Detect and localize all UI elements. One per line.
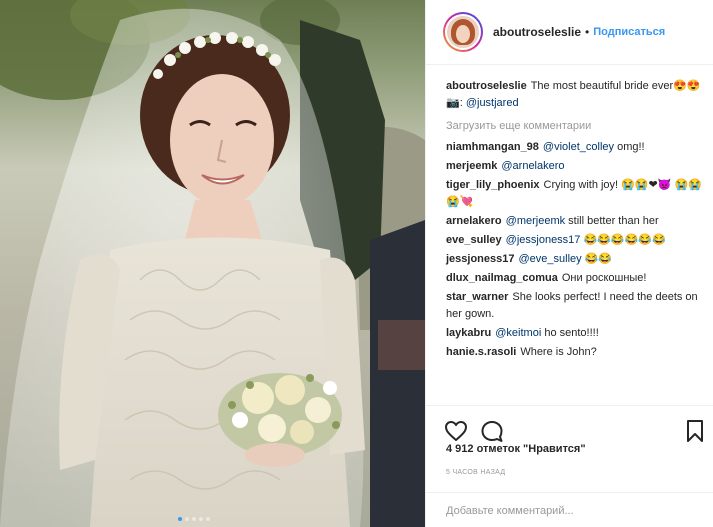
camera-icon: 📷 xyxy=(446,97,460,109)
comment-text: 😂😂 xyxy=(581,253,613,265)
comment-username[interactable]: arnelakero xyxy=(446,215,502,227)
post-header: aboutroseleslie • Подписаться xyxy=(426,0,713,65)
comment-username[interactable]: niamhmangan_98 xyxy=(446,141,539,153)
comment-row: hanie.s.rasoli Where is John? xyxy=(446,344,706,361)
bride-photo xyxy=(0,0,425,527)
speech-bubble-icon xyxy=(481,421,503,442)
comment-row: laykabru @keitmoi ho sento!!!! xyxy=(446,325,706,342)
load-more-comments-button[interactable]: Загрузить еще комментарии xyxy=(446,118,706,135)
follow-button[interactable]: Подписаться xyxy=(593,26,665,38)
caption-username[interactable]: aboutroseleslie xyxy=(446,80,527,92)
comment-text: ho sento!!!! xyxy=(541,327,599,339)
comment-row: arnelakero @merjeemk still better than he… xyxy=(446,213,706,230)
carousel-dot[interactable] xyxy=(206,517,210,521)
comment-mention[interactable]: @keitmoi xyxy=(495,327,541,339)
comment-row: jessjoness17 @eve_sulley 😂😂 xyxy=(446,251,706,268)
carousel-dot[interactable] xyxy=(178,517,182,521)
comment-list: niamhmangan_98 @violet_colley omg!! merjee… xyxy=(446,139,706,361)
comment-mention[interactable]: @arnelakero xyxy=(501,160,564,172)
comment-row: eve_sulley @jessjoness17 😂😂😂😂😂😂 xyxy=(446,232,706,249)
comment-username[interactable]: hanie.s.rasoli xyxy=(446,346,516,358)
comment-input[interactable] xyxy=(446,502,696,520)
comment-mention[interactable]: @violet_colley xyxy=(543,141,614,153)
header-username[interactable]: aboutroseleslie xyxy=(493,25,581,39)
comment-username[interactable]: star_warner xyxy=(446,291,508,303)
comment-text: omg!! xyxy=(614,141,645,153)
carousel-dot[interactable] xyxy=(199,517,203,521)
comment-username[interactable]: laykabru xyxy=(446,327,491,339)
add-comment-bar xyxy=(426,492,713,527)
header-separator: • xyxy=(585,25,590,39)
caption: aboutroseleslie The most beautiful bride … xyxy=(446,78,706,112)
comment-username[interactable]: tiger_lily_phoenix xyxy=(446,179,540,191)
carousel-dot[interactable] xyxy=(185,517,189,521)
comment-text: still better than her xyxy=(565,215,659,227)
caption-credit: 📷: @justjared xyxy=(446,97,519,109)
post-sidebar: aboutroseleslie • Подписаться aboutrosel… xyxy=(425,0,713,527)
likes-count[interactable]: 4 912 отметок "Нравится" xyxy=(446,443,586,455)
like-button[interactable] xyxy=(444,419,468,443)
carousel-dot[interactable] xyxy=(192,517,196,521)
comment-text: Они роскошные! xyxy=(561,272,647,284)
comment-username[interactable]: jessjoness17 xyxy=(446,253,515,265)
instagram-post: aboutroseleslie • Подписаться aboutrosel… xyxy=(0,0,713,527)
comment-row: tiger_lily_phoenix Crying with joy! 😭😭❤👿 … xyxy=(446,177,706,211)
bookmark-icon xyxy=(687,420,703,442)
comment-row: star_warner She looks perfect! I need the… xyxy=(446,289,706,323)
comments-section: aboutroseleslie The most beautiful bride … xyxy=(446,78,706,363)
comment-text: 😂😂😂😂😂😂 xyxy=(580,234,666,246)
save-button[interactable] xyxy=(684,419,706,443)
avatar-image xyxy=(445,14,481,50)
heart-icon xyxy=(445,421,467,441)
comment-username[interactable]: dlux_nailmag_comua xyxy=(446,272,558,284)
comment-text: Where is John? xyxy=(520,346,597,358)
caption-credit-mention[interactable]: @justjared xyxy=(466,97,519,109)
comment-row: dlux_nailmag_comua Они роскошные! xyxy=(446,270,706,287)
comment-row: merjeemk @arnelakero xyxy=(446,158,706,175)
actions-area xyxy=(426,405,713,442)
comment-username[interactable]: eve_sulley xyxy=(446,234,502,246)
comment-button[interactable] xyxy=(480,419,504,443)
action-bar xyxy=(444,419,706,445)
comment-mention[interactable]: @eve_sulley xyxy=(519,253,582,265)
comment-mention[interactable]: @merjeemk xyxy=(506,215,565,227)
carousel-indicator xyxy=(178,517,210,521)
post-photo[interactable] xyxy=(0,0,425,527)
comment-username[interactable]: merjeemk xyxy=(446,160,497,172)
post-timestamp: 5 часов назад xyxy=(446,469,506,476)
avatar[interactable] xyxy=(443,12,483,52)
comment-row: niamhmangan_98 @violet_colley omg!! xyxy=(446,139,706,156)
caption-text: The most beautiful bride ever😍😍 xyxy=(530,80,701,92)
comment-mention[interactable]: @jessjoness17 xyxy=(506,234,581,246)
